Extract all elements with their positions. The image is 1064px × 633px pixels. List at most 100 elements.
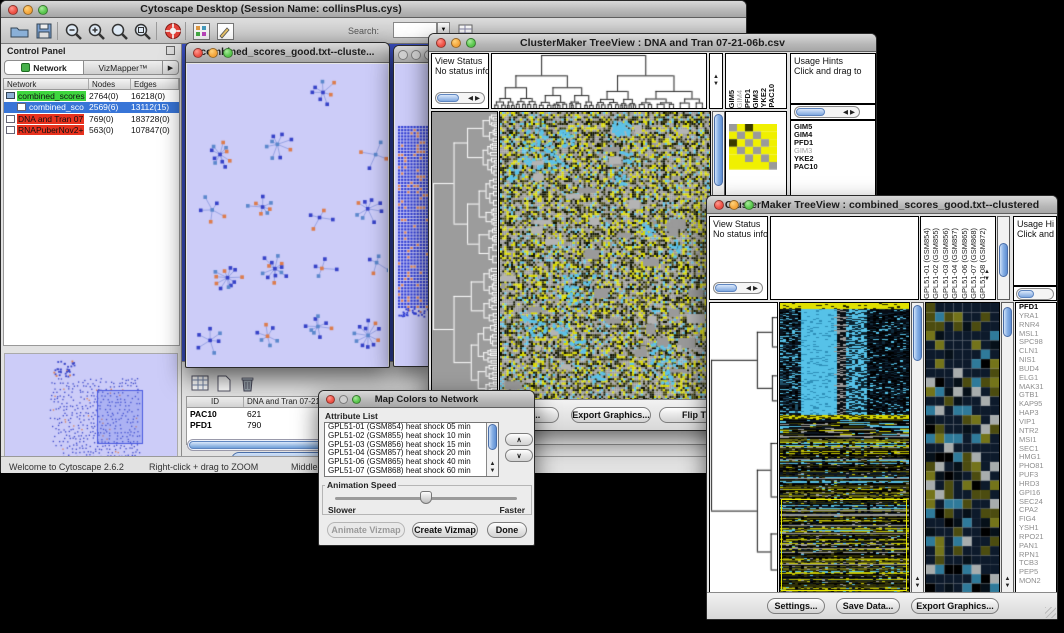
export-graphics-button[interactable]: Export Graphics... [911, 598, 999, 614]
close-icon[interactable] [714, 200, 724, 210]
close-icon[interactable] [193, 48, 203, 58]
window-resize-grip[interactable] [1045, 607, 1056, 618]
vizmapper-icon[interactable] [191, 21, 212, 41]
control-panel-tab[interactable]: ▶ [163, 60, 179, 75]
zoom-out-icon[interactable] [63, 21, 84, 41]
window-controls[interactable] [398, 50, 432, 60]
new-document-icon[interactable] [213, 373, 234, 393]
speed-slider-thumb[interactable] [420, 491, 432, 504]
zoom-window-icon[interactable] [466, 38, 476, 48]
minimize-icon[interactable] [208, 48, 218, 58]
help-ring-icon[interactable] [162, 21, 183, 41]
tv2-heat-vscrollbar[interactable]: ▲▼ [911, 302, 924, 594]
window-controls[interactable] [436, 38, 476, 48]
tv1-row-dendrogram-panel[interactable] [431, 111, 498, 401]
tv1-dend-scroll-strip[interactable]: ▲▼ [709, 53, 723, 109]
tv2-zoom-vscrollbar[interactable]: ▲▼ [1001, 302, 1014, 594]
annotation-icon[interactable] [215, 21, 236, 41]
animate-vizmap-button[interactable]: Animate Vizmap [327, 522, 405, 538]
main-titlebar[interactable]: Cytoscape Desktop (Session Name: collins… [1, 1, 746, 18]
settings-button[interactable]: Settings... [767, 598, 825, 614]
minimize-icon[interactable] [339, 395, 348, 404]
network-row[interactable]: DNA and Tran 07 769(0) 183728(0) [4, 113, 179, 125]
col-network[interactable]: Network [4, 79, 89, 89]
tv2-zoom-heatmap-panel[interactable] [925, 302, 1000, 594]
col-edges[interactable]: Edges [131, 79, 179, 89]
tv2-zoom-heatmap-canvas[interactable] [926, 303, 999, 593]
export-graphics-button[interactable]: Export Graphics... [571, 407, 651, 423]
network-canvas[interactable] [187, 64, 388, 367]
vscroll-thumb[interactable] [714, 114, 723, 186]
create-vizmap-button[interactable]: Create Vizmap [412, 522, 478, 538]
minimize-icon[interactable] [451, 38, 461, 48]
grid-network-canvas[interactable] [395, 64, 431, 366]
tv2-hints-hscrollbar[interactable] [1016, 288, 1054, 300]
dialog-titlebar[interactable]: Map Colors to Network [319, 391, 534, 408]
attr-col-id[interactable]: ID [187, 397, 244, 407]
zoom-fit-icon[interactable] [132, 21, 153, 41]
trash-icon[interactable] [237, 373, 258, 393]
tv2-heatmap-panel[interactable] [779, 302, 910, 594]
table-icon[interactable] [189, 373, 210, 393]
grid-network-titlebar[interactable] [394, 46, 432, 63]
col-nodes[interactable]: Nodes [89, 79, 131, 89]
attribute-list[interactable]: GPL51-01 (GSM854) heat shock 05 minGPL51… [324, 422, 499, 477]
tv1-column-dendrogram-canvas[interactable] [492, 54, 706, 108]
attr-list-scrollbar[interactable]: ▲▼ [486, 423, 498, 476]
network-view-window[interactable]: combined_scores_good.txt--cluste... [185, 42, 390, 368]
gene-label[interactable]: MON2 [1016, 577, 1056, 586]
network-view-titlebar[interactable]: combined_scores_good.txt--cluste... [186, 43, 389, 63]
zoom-window-icon[interactable] [352, 395, 361, 404]
minimize-icon[interactable] [729, 200, 739, 210]
save-data-button[interactable]: Save Data... [836, 598, 900, 614]
vscroll-thumb[interactable] [999, 243, 1008, 277]
tv1-status-hscrollbar[interactable]: ◀▶ [435, 92, 485, 104]
network-row[interactable]: combined_scores 2764(0) 16218(0) [4, 90, 179, 102]
vscroll-thumb[interactable] [913, 305, 922, 361]
column-label[interactable]: GPL51-02 (GSM855) [932, 228, 941, 299]
zoom-selected-icon[interactable] [109, 21, 130, 41]
control-panel-tab[interactable]: Network [4, 60, 84, 75]
tv1-heatmap-panel[interactable] [499, 111, 711, 401]
label-scroll-arrows[interactable]: ▲▼ [981, 269, 993, 283]
tv2-labels-vscrollbar[interactable] [997, 216, 1010, 300]
tv1-global-matrix-canvas[interactable] [729, 124, 777, 170]
close-icon[interactable] [398, 50, 408, 60]
network-row[interactable]: RNAPuberNov2+ 563(0) 107847(0) [4, 125, 179, 137]
tv2-column-dendrogram-panel[interactable] [770, 216, 919, 300]
minimize-icon[interactable] [411, 50, 421, 60]
move-down-button[interactable]: ∨ [505, 449, 533, 462]
tv1-row-dendrogram-canvas[interactable] [432, 112, 497, 400]
window-controls[interactable] [193, 48, 233, 58]
move-up-button[interactable]: ∧ [505, 433, 533, 446]
map-colors-dialog[interactable]: Map Colors to Network Attribute List GPL… [318, 390, 535, 546]
tv1-heatmap-canvas[interactable] [500, 112, 710, 400]
zoom-in-icon[interactable] [86, 21, 107, 41]
network-overview-canvas[interactable] [4, 353, 178, 461]
zoom-window-icon[interactable] [744, 200, 754, 210]
attribute-item[interactable]: GPL51-07 (GSM868) heat shock 60 min [325, 467, 498, 476]
column-label[interactable]: PAC10 [768, 84, 776, 108]
save-icon[interactable] [33, 21, 54, 41]
column-label[interactable]: GPL51-08 (GSM872) [979, 228, 988, 299]
control-panel-tab[interactable]: VizMapper™ [84, 60, 163, 75]
close-icon[interactable] [326, 395, 335, 404]
grid-network-window[interactable] [393, 45, 433, 367]
tv2-row-dendrogram-panel[interactable] [709, 302, 778, 594]
tv1-hints-hscrollbar[interactable]: ◀▶ [794, 106, 860, 118]
tv1-column-dendrogram-panel[interactable] [491, 53, 707, 109]
vscroll-thumb[interactable] [488, 424, 497, 450]
row-label[interactable]: PAC10 [791, 163, 875, 171]
float-panel-icon[interactable] [166, 46, 175, 55]
tv2-status-hscrollbar[interactable]: ◀▶ [713, 282, 763, 294]
close-icon[interactable] [436, 38, 446, 48]
treeview2-titlebar[interactable]: ClusterMaker TreeView : combined_scores_… [707, 196, 1057, 214]
open-file-icon[interactable] [9, 21, 30, 41]
column-label[interactable]: GPL51-04 (GSM857) [951, 228, 960, 299]
network-row[interactable]: combined_sco 2569(6) 13112(15) [4, 102, 179, 114]
treeview1-titlebar[interactable]: ClusterMaker TreeView : DNA and Tran 07-… [429, 34, 876, 52]
done-button[interactable]: Done [487, 522, 527, 538]
tv2-row-dendrogram-canvas[interactable] [710, 303, 777, 593]
vscroll-thumb[interactable] [1003, 307, 1012, 337]
treeview2-window[interactable]: ClusterMaker TreeView : combined_scores_… [706, 195, 1058, 620]
